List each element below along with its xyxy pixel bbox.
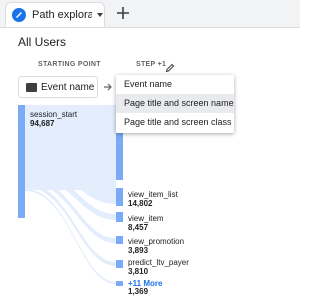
step-node-bar-view-promotion	[116, 236, 123, 244]
start-node-value: 94,687	[30, 119, 55, 128]
step-node-label[interactable]: view_item	[128, 214, 164, 223]
step-node-label[interactable]: predict_ltv_payer	[128, 258, 189, 267]
step-node-bar-view-item-list	[116, 188, 123, 206]
menu-item-page-title-and-screen-class[interactable]: Page title and screen class	[116, 113, 234, 132]
menu-item-event-name[interactable]: Event name	[116, 75, 234, 94]
start-node-bar	[18, 105, 25, 218]
step-node-value: 14,802	[128, 199, 153, 208]
step-node-bar-predict-ltv-payer	[116, 260, 123, 268]
menu-item-page-title-and-screen-name[interactable]: Page title and screen name	[116, 94, 234, 113]
more-nodes-value: 1,369	[128, 287, 149, 296]
step-node-value: 8,457	[128, 223, 149, 232]
dimension-menu: Event name Page title and screen name Pa…	[116, 75, 234, 133]
step-node-bar-view-item	[116, 212, 123, 222]
step-node-label[interactable]: view_item_list	[128, 190, 178, 199]
step-node-value: 3,893	[128, 246, 149, 255]
path-flow-diagram	[18, 105, 123, 286]
step-node-bar-more	[116, 281, 123, 286]
step-node-bar-main	[116, 133, 123, 180]
step-node-label[interactable]: view_promotion	[128, 237, 184, 246]
step-node-value: 3,810	[128, 267, 149, 276]
start-node-label[interactable]: session_start	[30, 110, 77, 119]
